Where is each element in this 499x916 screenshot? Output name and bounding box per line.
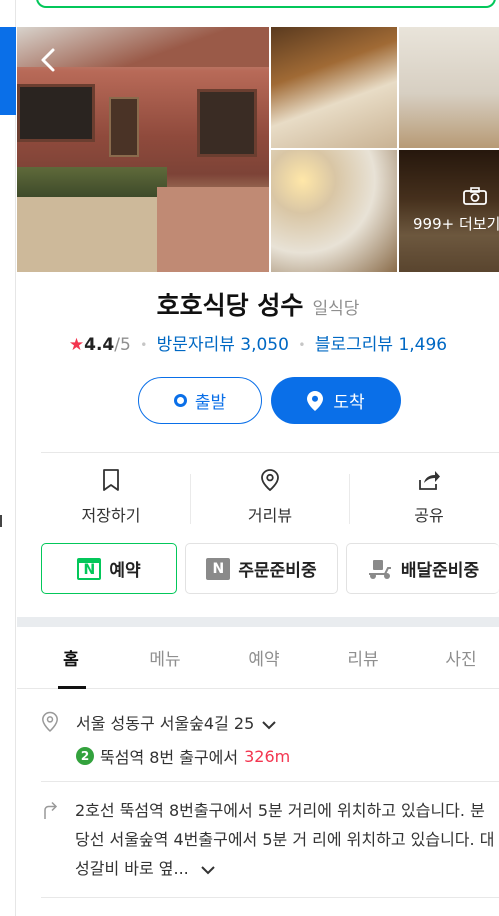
- directions-value: 2호선 뚝섬역 8번출구에서 5분 거리에 위치하고 있습니다. 분당선 서울숲…: [75, 801, 495, 878]
- tab-reviews[interactable]: 리뷰: [333, 645, 393, 670]
- delivery-button[interactable]: 배달준비중: [346, 543, 499, 594]
- place-category: 일식당: [312, 299, 360, 319]
- place-name: 호호식당 성수: [156, 291, 304, 320]
- left-strip-tick: [0, 515, 2, 527]
- naver-n-icon: N: [206, 557, 231, 580]
- tab-home[interactable]: 홈: [41, 645, 101, 670]
- photo-thumb-3[interactable]: [271, 150, 397, 272]
- place-meta: ★4.4/5 • 방문자리뷰 3,050 • 블로그리뷰 1,496: [17, 330, 499, 355]
- separator-dot: •: [298, 338, 306, 352]
- back-arrow-icon[interactable]: [39, 47, 57, 73]
- divider: [41, 452, 499, 453]
- action-separator: [190, 474, 191, 524]
- arrive-label: 도착: [333, 393, 365, 413]
- camera-icon: [463, 187, 487, 205]
- street-view-button[interactable]: 거리뷰: [200, 466, 340, 532]
- left-blue-marker: [0, 27, 16, 115]
- action-bar: 저장하기 거리뷰 공유: [41, 466, 499, 532]
- photo-thumb-2[interactable]: [399, 27, 499, 148]
- chevron-down-icon[interactable]: [261, 719, 277, 731]
- photo-more-button[interactable]: 999+ 더보기: [399, 187, 499, 234]
- depart-dot-icon: [173, 394, 187, 407]
- station-text: 뚝섬역 8번 출구에서: [100, 748, 239, 767]
- subway-line-badge: 2: [76, 747, 94, 765]
- divider: [41, 781, 499, 782]
- separator-dot: •: [140, 338, 148, 352]
- action-separator: [349, 474, 350, 524]
- place-title: 호호식당 성수 일식당: [17, 286, 499, 322]
- rating-max: /5: [114, 335, 131, 355]
- visitor-reviews-link[interactable]: 방문자리뷰 3,050: [157, 335, 289, 355]
- street-view-label: 거리뷰: [247, 506, 293, 525]
- save-label: 저장하기: [81, 506, 141, 525]
- tab-menu[interactable]: 메뉴: [135, 645, 195, 670]
- section-gap: [17, 617, 499, 627]
- share-label: 공유: [414, 506, 444, 525]
- photo-gallery: 999+ 더보기: [17, 27, 499, 272]
- search-box-edge: [36, 0, 496, 8]
- tab-bar: 홈 메뉴 예약 리뷰 사진: [17, 627, 499, 689]
- save-button[interactable]: 저장하기: [41, 466, 181, 532]
- arrive-button[interactable]: 도착: [271, 377, 401, 424]
- address-text: 서울 성동구 서울숲4길 25: [76, 710, 277, 734]
- depart-label: 출발: [194, 393, 227, 413]
- divider: [41, 897, 499, 898]
- active-tab-indicator: [58, 686, 86, 689]
- reserve-button[interactable]: N 예약: [41, 543, 177, 594]
- tab-reservation[interactable]: 예약: [234, 645, 294, 670]
- turn-arrow-icon: [44, 801, 58, 819]
- bookmark-icon: [103, 469, 119, 491]
- station-row: 2 뚝섬역 8번 출구에서 326m: [76, 744, 290, 768]
- photo-thumb-1[interactable]: [271, 27, 397, 148]
- photo-more-label: 999+ 더보기: [413, 215, 499, 233]
- scooter-icon: [368, 559, 391, 579]
- order-button[interactable]: N 주문준비중: [185, 543, 338, 594]
- location-pin-icon: [42, 711, 58, 733]
- calendar-n-icon: N: [77, 557, 102, 580]
- station-distance: 326m: [244, 746, 291, 766]
- depart-button[interactable]: 출발: [138, 377, 262, 424]
- main-photo[interactable]: [17, 27, 269, 272]
- delivery-label: 배달준비중: [400, 561, 480, 581]
- reserve-label: 예약: [109, 561, 141, 581]
- map-pin-outline-icon: [261, 469, 279, 492]
- address-value: 서울 성동구 서울숲4길 25: [76, 714, 255, 733]
- chevron-down-icon[interactable]: [200, 864, 216, 876]
- blog-reviews-link[interactable]: 블로그리뷰 1,496: [315, 335, 447, 355]
- left-page-strip: [0, 0, 16, 916]
- order-label: 주문준비중: [238, 561, 317, 581]
- directions-text: 2호선 뚝섬역 8번출구에서 5분 거리에 위치하고 있습니다. 분당선 서울숲…: [75, 796, 495, 883]
- share-button[interactable]: 공유: [359, 466, 499, 532]
- star-icon: ★: [68, 335, 85, 355]
- map-pin-icon: [307, 390, 324, 411]
- rating-value: 4.4: [84, 335, 115, 355]
- tab-photos[interactable]: 사진: [431, 645, 491, 670]
- share-icon: [419, 471, 440, 490]
